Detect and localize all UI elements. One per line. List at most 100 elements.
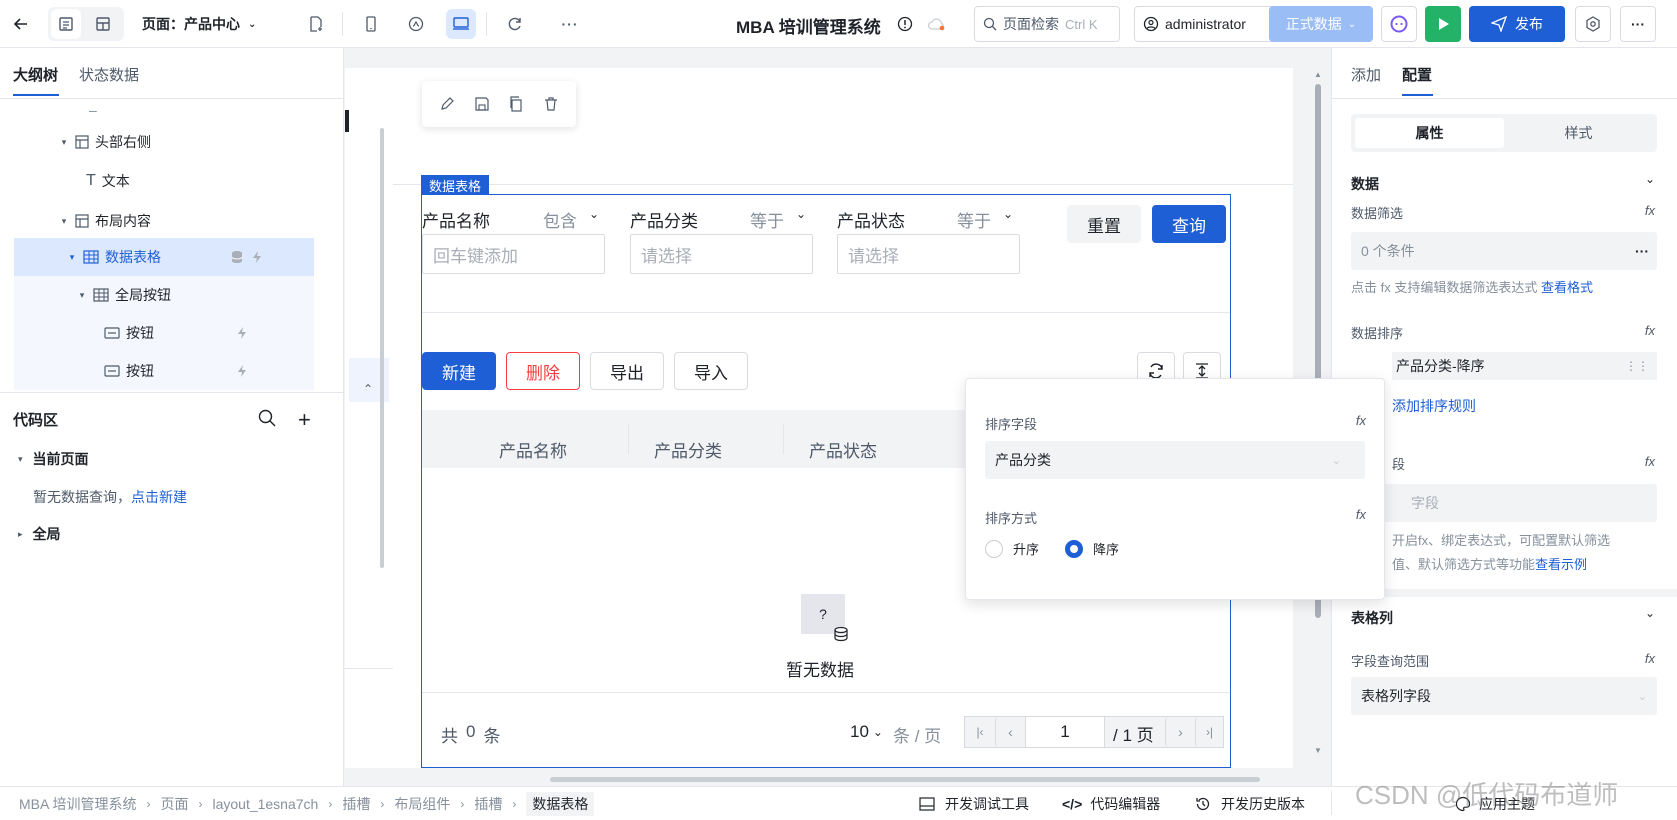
drag-handle-icon[interactable]: ⋮⋮	[1625, 359, 1649, 373]
event-lightning-icon[interactable]	[235, 326, 249, 340]
collapse-up-icon[interactable]: ⌃	[363, 382, 373, 396]
tree-item-collapsed[interactable]: –	[14, 100, 314, 120]
page-view-icon[interactable]	[51, 9, 81, 39]
sort-field-select[interactable]: 产品分类 ⌄	[985, 441, 1365, 479]
data-filter-box[interactable]: 0 个条件 ···	[1351, 232, 1657, 270]
tree-item-layout-content[interactable]: ▾ 布局内容	[14, 202, 314, 240]
fx-icon[interactable]: fx	[1356, 507, 1366, 522]
settings-button[interactable]	[1575, 6, 1611, 42]
code-editor-button[interactable]: </> 代码编辑器	[1062, 787, 1160, 820]
fx-icon[interactable]: fx	[1645, 651, 1655, 666]
delete-button[interactable]: 删除	[506, 352, 580, 390]
view-example-link[interactable]: 查看示例	[1535, 557, 1587, 572]
breadcrumb-current[interactable]: 数据表格	[526, 792, 595, 816]
event-lightning-icon[interactable]	[235, 364, 249, 378]
fx-icon[interactable]: fx	[1645, 323, 1655, 338]
refresh-icon[interactable]	[500, 9, 530, 39]
last-page-icon[interactable]: ›|	[1195, 717, 1223, 747]
scroll-down-arrow-icon[interactable]: ▼	[1314, 746, 1322, 755]
component-tag[interactable]: 数据表格	[421, 175, 490, 195]
view-format-link[interactable]: 查看格式	[1541, 280, 1593, 295]
user-menu[interactable]: administrator	[1134, 6, 1274, 42]
product-category-select[interactable]: 请选择	[630, 234, 813, 274]
caret-down-icon[interactable]: ▾	[67, 252, 77, 263]
tree-item-header-right[interactable]: ▾ 头部右侧	[14, 123, 314, 161]
page-search-box[interactable]: 页面检索 Ctrl K	[974, 6, 1120, 42]
field-select-box[interactable]: 字段	[1351, 484, 1657, 522]
more-icon[interactable]: ···	[555, 9, 585, 39]
field-range-select[interactable]: 表格列字段 ⌄	[1351, 677, 1657, 715]
filter-operator-select[interactable]: 等于 ⌄	[957, 207, 1013, 232]
seg-style[interactable]: 样式	[1504, 118, 1653, 148]
breadcrumb-item[interactable]: 插槽	[474, 794, 502, 814]
next-page-icon[interactable]: ›	[1165, 717, 1195, 747]
tab-outline-tree[interactable]: 大纲树	[13, 64, 58, 85]
new-page-icon[interactable]	[301, 9, 331, 39]
tab-config[interactable]: 配置	[1402, 64, 1432, 85]
prev-page-icon[interactable]: ‹	[995, 717, 1025, 747]
back-arrow-icon[interactable]	[6, 9, 36, 39]
tree-item-button[interactable]: 按钮	[14, 352, 314, 390]
info-icon[interactable]	[890, 9, 920, 39]
fx-icon[interactable]: fx	[1356, 413, 1366, 428]
breadcrumb-item[interactable]: 布局组件	[394, 794, 450, 814]
canvas-horizontal-scrollbar[interactable]	[550, 777, 1260, 782]
current-page-group[interactable]: ▾ 当前页面	[18, 449, 89, 469]
chevron-down-icon[interactable]: ⌄	[1645, 606, 1655, 620]
caret-down-icon[interactable]: ▾	[77, 290, 87, 301]
datasource-icon[interactable]	[230, 250, 244, 264]
preview-run-button[interactable]	[1425, 6, 1461, 42]
event-lightning-icon[interactable]	[250, 250, 264, 264]
page-number-input[interactable]: 1	[1025, 717, 1105, 747]
seg-properties[interactable]: 属性	[1355, 118, 1504, 148]
breadcrumb-item[interactable]: 页面	[160, 794, 188, 814]
reset-button[interactable]: 重置	[1067, 205, 1141, 243]
history-versions-button[interactable]: 开发历史版本	[1195, 787, 1305, 820]
page-selector[interactable]: 页面：产品中心 ⌄	[142, 14, 256, 34]
chevron-down-icon[interactable]: ⌄	[1645, 172, 1655, 186]
filter-operator-select[interactable]: 包含 ⌄	[543, 207, 599, 232]
mobile-preview-icon[interactable]	[356, 9, 386, 39]
environment-select[interactable]: 正式数据 ⌄	[1269, 6, 1373, 42]
query-button[interactable]: 查询	[1152, 205, 1226, 243]
page-size-select[interactable]: 10 ⌄	[850, 722, 883, 742]
caret-down-icon[interactable]: ▾	[59, 216, 69, 227]
caret-down-icon[interactable]: ▾	[59, 137, 69, 148]
tab-add[interactable]: 添加	[1351, 64, 1381, 85]
tree-item-text[interactable]: T 文本	[14, 162, 314, 200]
radio-ascending[interactable]: 升序	[985, 539, 1039, 558]
create-query-link[interactable]: 点击新建	[131, 489, 187, 505]
sort-rule-item[interactable]: 产品分类-降序 ⋮⋮	[1392, 352, 1657, 380]
scroll-up-arrow-icon[interactable]: ▲	[1314, 70, 1322, 79]
export-button[interactable]: 导出	[590, 352, 664, 390]
desktop-preview-icon[interactable]	[446, 9, 476, 39]
import-button[interactable]: 导入	[674, 352, 748, 390]
more-menu-button[interactable]: ···	[1620, 6, 1656, 42]
first-page-icon[interactable]: |‹	[965, 717, 995, 747]
dev-tools-button[interactable]: 开发调试工具	[919, 787, 1029, 820]
column-header-product-name[interactable]: 产品名称	[499, 437, 567, 462]
edit-icon[interactable]	[439, 96, 455, 112]
fx-icon[interactable]: fx	[1645, 454, 1655, 469]
breadcrumb-item[interactable]: layout_1esna7ch	[212, 796, 318, 812]
tree-item-button[interactable]: 按钮	[14, 314, 314, 352]
tree-item-data-table[interactable]: ▾ 数据表格	[14, 238, 314, 276]
add-icon[interactable]: +	[298, 407, 311, 433]
global-group[interactable]: ▸ 全局	[18, 524, 61, 544]
left-canvas-scrollbar[interactable]	[380, 128, 384, 568]
layout-view-icon[interactable]	[88, 9, 118, 39]
mini-program-icon[interactable]	[401, 9, 431, 39]
copy-icon[interactable]	[508, 96, 524, 112]
column-header-product-status[interactable]: 产品状态	[809, 437, 877, 462]
create-button[interactable]: 新建	[422, 352, 496, 390]
cloud-sync-icon[interactable]	[922, 9, 952, 39]
more-icon[interactable]: ···	[1635, 243, 1649, 259]
product-name-input[interactable]: 回车键添加	[422, 234, 605, 274]
breadcrumb-item[interactable]: 插槽	[342, 794, 370, 814]
column-header-product-category[interactable]: 产品分类	[654, 437, 722, 462]
ai-assistant-button[interactable]	[1381, 6, 1417, 42]
breadcrumb-item[interactable]: MBA 培训管理系统	[19, 794, 136, 814]
product-status-select[interactable]: 请选择	[837, 234, 1020, 274]
radio-descending[interactable]: 降序	[1065, 539, 1119, 558]
search-icon[interactable]	[258, 409, 276, 427]
